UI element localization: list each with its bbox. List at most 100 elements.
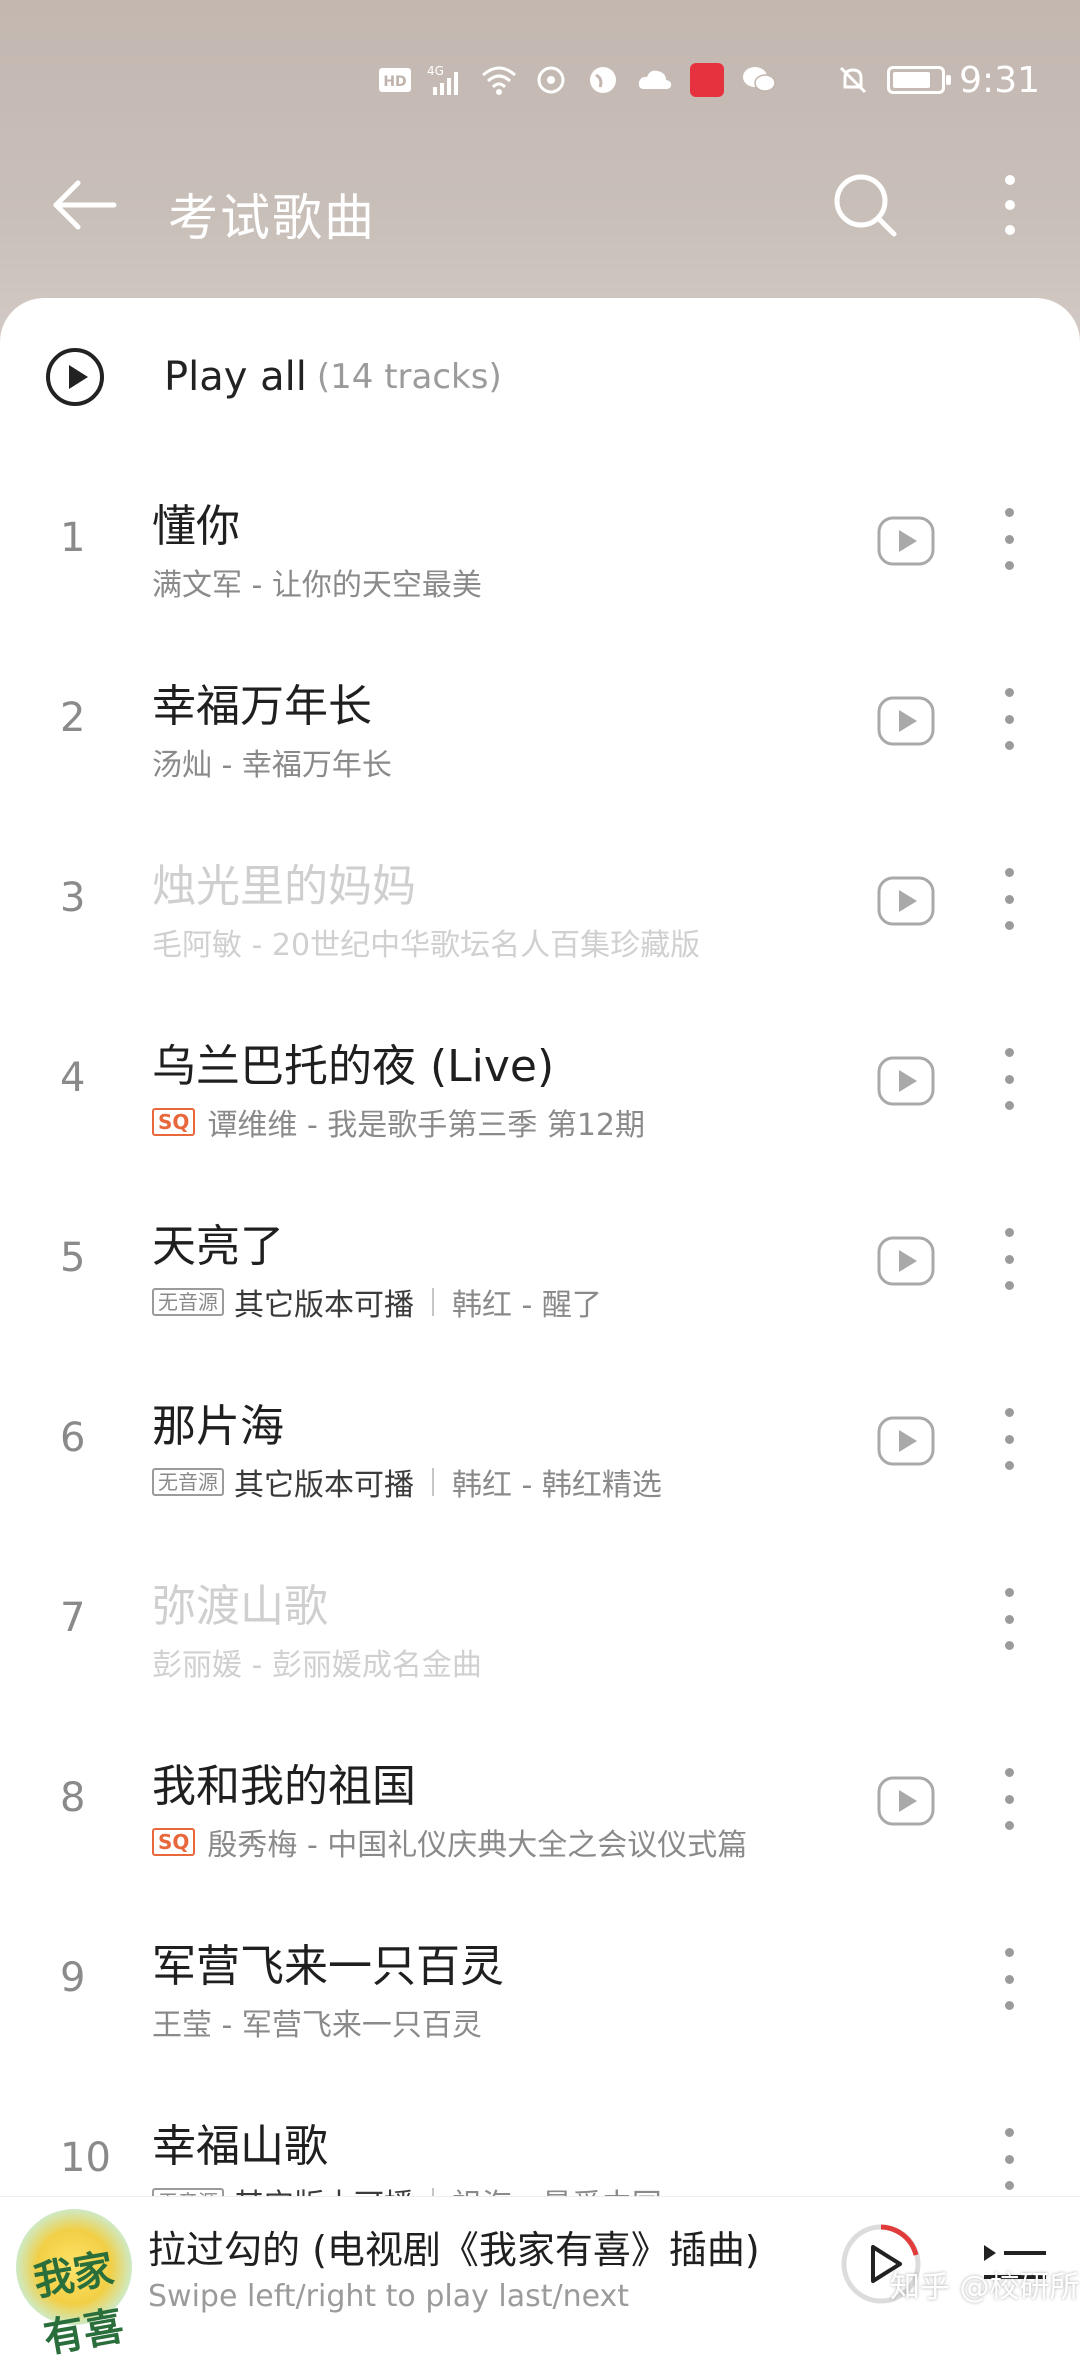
- status-icons: HD 4G: [375, 60, 779, 100]
- video-play-icon[interactable]: [876, 515, 936, 567]
- artist-album-text: 汤灿 - 幸福万年长: [152, 748, 392, 783]
- track-list: 1 懂你满文军 - 让你的天空最美 2 幸福万年长汤灿 - 幸福万年长 3 烛光里的妈妈毛…: [0, 460, 1080, 2260]
- track-title: 天亮了: [152, 1221, 284, 1272]
- track-subtitle: 彭丽媛 - 彭丽媛成名金曲: [152, 1640, 482, 1684]
- sq-quality-badge: SQ: [152, 1108, 196, 1136]
- video-play-icon[interactable]: [876, 1055, 936, 1107]
- album-cover[interactable]: 我家有喜: [16, 2209, 132, 2362]
- artist-album-text: 王莹 - 军营飞来一只百灵: [152, 2008, 482, 2043]
- track-title: 军营飞来一只百灵: [152, 1941, 504, 1992]
- sync-icon: [531, 60, 571, 100]
- cover-lettering: 我家有喜: [30, 2245, 128, 2363]
- track-subtitle: 无音源 其它版本可播 韩红 - 韩红精选: [152, 1460, 662, 1504]
- page-title: 考试歌曲: [168, 189, 376, 247]
- back-arrow-icon[interactable]: [50, 175, 120, 235]
- artist-album-text: 满文军 - 让你的天空最美: [152, 568, 482, 603]
- track-number: 8: [60, 1775, 86, 1821]
- status-bar: HD 4G 9:31: [375, 50, 1040, 110]
- track-more-icon[interactable]: [996, 1948, 1022, 2010]
- track-subtitle: SQ 殷秀梅 - 中国礼仪庆典大全之会议仪式篇: [152, 1820, 747, 1864]
- artist-album-text: 彭丽媛 - 彭丽媛成名金曲: [152, 1648, 482, 1683]
- mute-icon: [833, 60, 873, 100]
- video-play-icon[interactable]: [876, 1775, 936, 1827]
- globe-icon: [583, 60, 623, 100]
- now-playing-title: 拉过勾的 (电视剧《我家有喜》插曲): [148, 2228, 760, 2272]
- wifi-icon: [479, 60, 519, 100]
- track-more-icon[interactable]: [996, 1768, 1022, 1830]
- other-version-label: 其它版本可播: [234, 1288, 414, 1323]
- battery-icon: [887, 66, 952, 94]
- track-more-icon[interactable]: [996, 868, 1022, 930]
- track-number: 10: [60, 2135, 111, 2181]
- track-title: 那片海: [152, 1401, 284, 1452]
- sq-quality-badge: SQ: [152, 1828, 196, 1856]
- video-play-icon[interactable]: [876, 1235, 936, 1287]
- track-subtitle: 满文军 - 让你的天空最美: [152, 560, 482, 604]
- track-more-icon[interactable]: [996, 1048, 1022, 1110]
- track-number: 3: [60, 875, 86, 921]
- now-playing-hint: Swipe left/right to play last/next: [148, 2279, 630, 2314]
- track-subtitle: 汤灿 - 幸福万年长: [152, 740, 392, 784]
- play-all-label: Play all: [164, 354, 307, 400]
- artist-album-text: 毛阿敏 - 20世纪中华歌坛名人百集珍藏版: [152, 928, 701, 963]
- track-row[interactable]: 6 那片海无音源 其它版本可播 韩红 - 韩红精选: [0, 1360, 1080, 1540]
- artist-album-text: 韩红 - 醒了: [452, 1288, 602, 1323]
- track-more-icon[interactable]: [996, 508, 1022, 570]
- track-count: (14 tracks): [316, 357, 502, 397]
- track-row[interactable]: 1 懂你满文军 - 让你的天空最美: [0, 460, 1080, 640]
- track-number: 2: [60, 695, 86, 741]
- video-play-icon[interactable]: [876, 875, 936, 927]
- track-more-icon[interactable]: [996, 1588, 1022, 1650]
- track-row[interactable]: 2 幸福万年长汤灿 - 幸福万年长: [0, 640, 1080, 820]
- track-title: 乌兰巴托的夜 (Live): [152, 1041, 555, 1092]
- track-subtitle: 王莹 - 军营飞来一只百灵: [152, 2000, 482, 2044]
- track-number: 9: [60, 1955, 86, 2001]
- watermark: 知乎 @校研所: [890, 2270, 1080, 2305]
- track-number: 7: [60, 1595, 86, 1641]
- cloud-icon: [635, 60, 675, 100]
- divider: [432, 1288, 434, 1316]
- svg-text:4G: 4G: [427, 64, 444, 78]
- artist-album-text: 韩红 - 韩红精选: [452, 1468, 662, 1503]
- artist-album-text: 殷秀梅 - 中国礼仪庆典大全之会议仪式篇: [207, 1828, 748, 1863]
- track-subtitle: 毛阿敏 - 20世纪中华歌坛名人百集珍藏版: [152, 920, 700, 964]
- search-icon[interactable]: [830, 170, 900, 240]
- track-title: 我和我的祖国: [152, 1761, 416, 1812]
- track-title: 烛光里的妈妈: [152, 861, 416, 912]
- track-number: 6: [60, 1415, 86, 1461]
- track-number: 4: [60, 1055, 86, 1101]
- track-subtitle: SQ 谭维维 - 我是歌手第三季 第12期: [152, 1100, 645, 1144]
- play-circle-icon: [44, 346, 106, 408]
- svg-text:HD: HD: [383, 74, 406, 90]
- no-source-badge: 无音源: [152, 1468, 224, 1496]
- no-source-badge: 无音源: [152, 1288, 224, 1316]
- track-row[interactable]: 5 天亮了无音源 其它版本可播 韩红 - 醒了: [0, 1180, 1080, 1360]
- clock: 9:31: [959, 59, 1040, 101]
- hd-icon: HD: [375, 60, 415, 100]
- track-more-icon[interactable]: [996, 688, 1022, 750]
- track-row[interactable]: 3 烛光里的妈妈毛阿敏 - 20世纪中华歌坛名人百集珍藏版: [0, 820, 1080, 1000]
- video-play-icon[interactable]: [876, 1415, 936, 1467]
- track-title: 懂你: [152, 501, 240, 552]
- track-row[interactable]: 9 军营飞来一只百灵王莹 - 军营飞来一只百灵: [0, 1900, 1080, 2080]
- track-row[interactable]: 8 我和我的祖国 SQ 殷秀梅 - 中国礼仪庆典大全之会议仪式篇: [0, 1720, 1080, 1900]
- track-row[interactable]: 4 乌兰巴托的夜 (Live) SQ 谭维维 - 我是歌手第三季 第12期: [0, 1000, 1080, 1180]
- video-play-icon[interactable]: [876, 695, 936, 747]
- track-title: 幸福万年长: [152, 681, 372, 732]
- divider: [432, 1468, 434, 1496]
- other-version-label: 其它版本可播: [234, 1468, 414, 1503]
- 4g-signal-icon: 4G: [427, 60, 467, 100]
- track-more-icon[interactable]: [996, 1408, 1022, 1470]
- play-all-button[interactable]: Play all (14 tracks): [44, 342, 502, 412]
- track-more-icon[interactable]: [996, 1228, 1022, 1290]
- track-number: 1: [60, 515, 86, 561]
- more-options-icon[interactable]: [990, 170, 1030, 240]
- book-app-icon: [687, 60, 727, 100]
- track-row[interactable]: 7 弥渡山歌彭丽媛 - 彭丽媛成名金曲: [0, 1540, 1080, 1720]
- track-title: 幸福山歌: [152, 2121, 328, 2172]
- track-more-icon[interactable]: [996, 2128, 1022, 2190]
- track-title: 弥渡山歌: [152, 1581, 328, 1632]
- wechat-icon: [739, 60, 779, 100]
- track-number: 5: [60, 1235, 86, 1281]
- track-subtitle: 无音源 其它版本可播 韩红 - 醒了: [152, 1280, 602, 1324]
